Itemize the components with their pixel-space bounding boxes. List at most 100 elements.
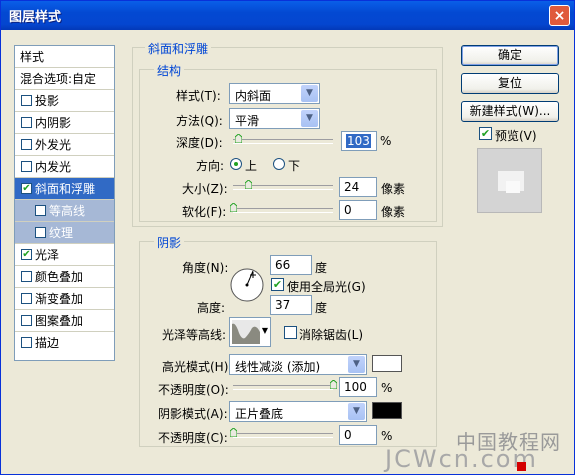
preview-label: 预览(V) bbox=[495, 129, 537, 143]
checkbox[interactable] bbox=[35, 227, 46, 238]
direction-up-radio[interactable] bbox=[230, 158, 242, 170]
size-label: 大小(Z): bbox=[182, 182, 228, 196]
blending-options-item[interactable]: 混合选项:自定 bbox=[15, 68, 114, 90]
shadow-color-swatch[interactable] bbox=[372, 402, 402, 419]
shadow-opacity-input[interactable]: 0 bbox=[339, 425, 377, 445]
style-item-inner-glow[interactable]: 内发光 bbox=[15, 156, 114, 178]
highlight-opacity-slider[interactable] bbox=[233, 385, 333, 390]
style-item-outer-glow[interactable]: 外发光 bbox=[15, 134, 114, 156]
new-style-button[interactable]: 新建样式(W)... bbox=[461, 101, 559, 122]
gloss-contour-picker[interactable]: ▼ bbox=[229, 317, 271, 347]
global-light-label: 使用全局光(G) bbox=[287, 280, 366, 294]
technique-select[interactable]: 平滑 ▼ bbox=[229, 108, 320, 129]
style-item-contour[interactable]: 等高线 bbox=[15, 200, 114, 222]
preview-shape-highlight bbox=[506, 181, 520, 193]
style-select-value: 内斜面 bbox=[235, 89, 272, 103]
shadow-opacity-thumb[interactable] bbox=[230, 428, 237, 437]
highlight-mode-select[interactable]: 线性减淡 (添加) ▼ bbox=[229, 354, 367, 375]
shadow-mode-value: 正片叠底 bbox=[235, 407, 284, 421]
checkbox[interactable] bbox=[21, 315, 32, 326]
style-item-inner-shadow[interactable]: 内阴影 bbox=[15, 112, 114, 134]
style-item-color-overlay[interactable]: 颜色叠加 bbox=[15, 266, 114, 288]
preview-thumbnail bbox=[477, 148, 542, 213]
direction-down-radio[interactable] bbox=[273, 158, 285, 170]
shadow-mode-label: 阴影模式(A): bbox=[158, 407, 228, 421]
anti-alias-checkbox[interactable] bbox=[284, 326, 297, 339]
chevron-down-icon[interactable]: ▼ bbox=[262, 326, 268, 335]
style-item-bevel-emboss[interactable]: ✔ 斜面和浮雕 bbox=[15, 178, 114, 200]
ok-button[interactable]: 确定 bbox=[461, 45, 559, 66]
highlight-mode-value: 线性减淡 (添加) bbox=[235, 360, 321, 374]
watermark-en: JCWcn.com bbox=[385, 445, 538, 473]
checkbox[interactable] bbox=[21, 117, 32, 128]
direction-down-label: 下 bbox=[288, 159, 301, 173]
shadow-mode-select[interactable]: 正片叠底 ▼ bbox=[229, 401, 367, 422]
highlight-opacity-unit: % bbox=[381, 381, 393, 395]
shadow-opacity-unit: % bbox=[381, 429, 393, 443]
checkbox[interactable] bbox=[21, 161, 32, 172]
checkbox[interactable]: ✔ bbox=[21, 249, 32, 260]
anti-alias-label: 消除锯齿(L) bbox=[299, 328, 364, 342]
highlight-color-swatch[interactable] bbox=[372, 355, 402, 372]
direction-label: 方向: bbox=[196, 159, 225, 173]
contour-preview-icon bbox=[232, 320, 260, 344]
preview-checkbox[interactable]: ✔ bbox=[479, 127, 492, 140]
direction-up-label: 上 bbox=[245, 159, 258, 173]
highlight-opacity-thumb[interactable] bbox=[330, 380, 337, 389]
gloss-contour-label: 光泽等高线: bbox=[162, 328, 227, 342]
altitude-input[interactable]: 37 bbox=[270, 295, 312, 315]
checkbox[interactable] bbox=[21, 337, 32, 348]
angle-unit: 度 bbox=[315, 261, 328, 275]
soften-input[interactable]: 0 bbox=[339, 200, 377, 220]
style-item-stroke[interactable]: 描边 bbox=[15, 332, 114, 354]
title-bar[interactable]: 图层样式 × bbox=[1, 1, 574, 30]
angle-dial[interactable] bbox=[229, 267, 265, 303]
soften-label: 软化(F): bbox=[182, 205, 227, 219]
altitude-unit: 度 bbox=[315, 301, 328, 315]
size-unit: 像素 bbox=[381, 182, 406, 196]
style-select[interactable]: 内斜面 ▼ bbox=[229, 83, 320, 104]
size-slider-thumb[interactable] bbox=[245, 180, 252, 189]
global-light-checkbox[interactable]: ✔ bbox=[271, 278, 284, 291]
checkbox[interactable] bbox=[21, 95, 32, 106]
shadow-opacity-label: 不透明度(C): bbox=[158, 431, 228, 445]
highlight-mode-label: 高光模式(H): bbox=[162, 360, 233, 374]
shadow-opacity-slider[interactable] bbox=[233, 433, 333, 438]
checkbox[interactable] bbox=[35, 205, 46, 216]
highlight-opacity-input[interactable]: 100 bbox=[339, 377, 377, 397]
style-list: 样式 混合选项:自定 投影 内阴影 外发光 内发光 ✔ 斜面和浮雕 等高线 纹理 … bbox=[14, 45, 115, 361]
technique-select-value: 平滑 bbox=[235, 114, 260, 128]
soften-slider-thumb[interactable] bbox=[230, 203, 237, 212]
chevron-down-icon[interactable]: ▼ bbox=[301, 85, 318, 102]
structure-title: 结构 bbox=[154, 62, 185, 79]
size-input[interactable]: 24 bbox=[339, 177, 377, 197]
style-item-satin[interactable]: ✔ 光泽 bbox=[15, 244, 114, 266]
style-label: 样式(T): bbox=[176, 89, 221, 103]
dialog-title: 图层样式 bbox=[9, 10, 62, 25]
angle-label: 角度(N): bbox=[182, 261, 229, 275]
style-item-pattern-overlay[interactable]: 图案叠加 bbox=[15, 310, 114, 332]
checkbox[interactable]: ✔ bbox=[21, 183, 32, 194]
chevron-down-icon[interactable]: ▼ bbox=[348, 403, 365, 420]
reset-button[interactable]: 复位 bbox=[461, 73, 559, 94]
checkbox[interactable] bbox=[21, 271, 32, 282]
chevron-down-icon[interactable]: ▼ bbox=[348, 356, 365, 373]
angle-input[interactable]: 66 bbox=[270, 255, 312, 275]
depth-input[interactable]: 103 bbox=[341, 131, 377, 151]
chevron-down-icon[interactable]: ▼ bbox=[301, 110, 318, 127]
depth-slider[interactable] bbox=[233, 139, 333, 144]
soften-unit: 像素 bbox=[381, 205, 406, 219]
depth-slider-thumb[interactable] bbox=[235, 134, 242, 143]
style-list-header[interactable]: 样式 bbox=[15, 46, 114, 68]
style-item-gradient-overlay[interactable]: 渐变叠加 bbox=[15, 288, 114, 310]
soften-slider[interactable] bbox=[233, 208, 333, 213]
checkbox[interactable] bbox=[21, 139, 32, 150]
altitude-label: 高度: bbox=[197, 301, 226, 315]
style-item-texture[interactable]: 纹理 bbox=[15, 222, 114, 244]
shading-title: 阴影 bbox=[154, 234, 185, 251]
depth-unit: % bbox=[380, 134, 392, 148]
checkbox[interactable] bbox=[21, 293, 32, 304]
layer-style-dialog: 图层样式 × 样式 混合选项:自定 投影 内阴影 外发光 内发光 ✔ 斜面和浮雕 … bbox=[0, 0, 575, 475]
close-button[interactable]: × bbox=[549, 5, 570, 26]
style-item-drop-shadow[interactable]: 投影 bbox=[15, 90, 114, 112]
